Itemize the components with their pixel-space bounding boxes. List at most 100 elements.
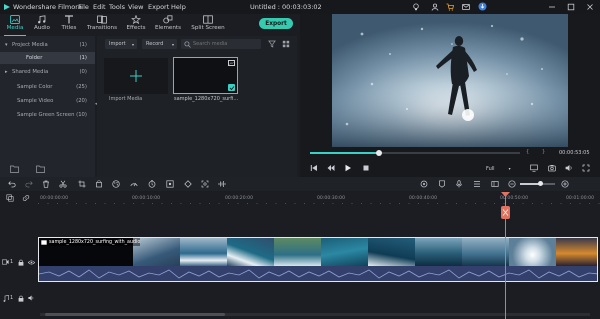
ruler-label: 00:00:20:00 <box>225 196 254 201</box>
link-icon[interactable] <box>22 194 30 202</box>
menu-export[interactable]: Export <box>148 3 169 11</box>
close-icon[interactable] <box>586 3 594 11</box>
menu-tools[interactable]: Tools <box>109 3 125 11</box>
keyframe-icon[interactable] <box>184 180 192 188</box>
menu-edit[interactable]: Edit <box>93 3 106 11</box>
filter-icon[interactable] <box>268 40 276 48</box>
ruler-label: 00:00:00:00 <box>40 196 69 201</box>
import-dropdown[interactable]: Import ▾ <box>105 39 137 49</box>
skip-back-icon[interactable] <box>310 164 318 172</box>
timeline-playhead-handle[interactable] <box>501 206 510 219</box>
timeline-scrollbar[interactable] <box>40 313 590 316</box>
lock-icon[interactable] <box>17 259 24 266</box>
preview-progress-fill <box>310 152 380 154</box>
tab-audio[interactable]: Audio <box>32 14 52 36</box>
mail-icon[interactable] <box>462 3 470 11</box>
maximize-icon[interactable] <box>567 3 575 11</box>
undo-icon[interactable] <box>8 180 16 188</box>
speed-icon[interactable] <box>130 180 138 188</box>
timeline-scrollbar-thumb[interactable] <box>45 313 225 316</box>
microphone-icon[interactable] <box>455 180 463 188</box>
library-item-sample-color[interactable]: Sample Color (25) <box>0 81 95 93</box>
library-item-label: Sample Green Screen <box>17 112 75 118</box>
marker-icon[interactable] <box>438 180 446 188</box>
search-input[interactable] <box>193 39 261 49</box>
media-clip-thumbnail[interactable] <box>173 57 238 94</box>
snapshot-icon[interactable] <box>548 164 556 172</box>
video-clip-label: sample_1280x720_surfing_with_audio <box>49 239 141 245</box>
media-icon <box>10 14 20 24</box>
quality-dropdown[interactable]: Full ▾ <box>486 164 516 173</box>
zoom-slider-handle[interactable] <box>538 181 543 186</box>
video-track-header: 1 <box>2 257 36 267</box>
download-icon[interactable] <box>478 2 487 11</box>
library-item-sample-video[interactable]: Sample Video (20) <box>0 95 95 107</box>
color-palette-icon[interactable] <box>112 180 120 188</box>
import-media-label: Import Media <box>109 96 143 102</box>
play-icon[interactable] <box>344 164 352 172</box>
speaker-icon[interactable] <box>28 295 35 302</box>
rotate-icon[interactable] <box>95 180 103 188</box>
duration-icon[interactable] <box>148 180 156 188</box>
zoom-in-icon[interactable] <box>561 180 569 188</box>
account-icon[interactable] <box>431 3 439 11</box>
media-clip-label: sample_1280x720_surfi... <box>174 96 239 102</box>
export-button[interactable]: Export <box>259 18 293 29</box>
cut-icon[interactable] <box>59 180 67 188</box>
grid-view-icon[interactable] <box>282 40 290 48</box>
menu-help[interactable]: Help <box>171 3 186 11</box>
add-track-icon[interactable] <box>6 194 14 202</box>
crop-icon[interactable] <box>78 180 86 188</box>
redo-icon[interactable] <box>25 180 33 188</box>
tab-elements[interactable]: Elements <box>154 14 182 36</box>
tab-effects[interactable]: Effects <box>124 14 148 36</box>
preview-progress-handle[interactable] <box>376 150 383 156</box>
volume-icon[interactable] <box>565 164 573 172</box>
zoom-slider-fill <box>520 183 540 185</box>
step-back-icon[interactable] <box>327 164 335 172</box>
eye-icon[interactable] <box>28 259 36 266</box>
folder-icon[interactable] <box>36 164 45 173</box>
library-item-project-media[interactable]: ▾ Project Media (1) <box>0 39 95 51</box>
zoom-out-icon[interactable] <box>508 180 516 188</box>
timeline-toolbar <box>0 177 600 191</box>
lightbulb-icon[interactable] <box>412 3 420 11</box>
import-media-tile[interactable] <box>104 58 168 94</box>
minimize-icon[interactable] <box>548 3 556 11</box>
fullscreen-icon[interactable] <box>582 164 590 172</box>
render-icon[interactable] <box>420 180 428 188</box>
mark-in-label[interactable]: { <box>526 149 529 155</box>
tab-media[interactable]: Media <box>4 14 26 36</box>
video-clip[interactable]: sample_1280x720_surfing_with_audio <box>38 237 598 282</box>
preview-timecode: 00:00:53:05 <box>559 150 590 156</box>
lock-icon[interactable] <box>17 295 24 302</box>
search-box[interactable] <box>181 39 261 49</box>
library-item-sample-green-screen[interactable]: Sample Green Screen (10) <box>0 109 95 121</box>
preview-progress-track[interactable] <box>310 150 520 156</box>
snap-icon[interactable] <box>491 180 499 188</box>
cart-icon[interactable] <box>446 3 454 11</box>
menu-file[interactable]: File <box>78 3 89 11</box>
stop-icon[interactable] <box>362 164 370 172</box>
delete-icon[interactable] <box>42 180 50 188</box>
timeline-ruler[interactable]: 00:00:00:00 00:00:10:00 00:00:20:00 00:0… <box>0 191 600 205</box>
tab-label: Elements <box>154 25 182 31</box>
tab-transitions[interactable]: Transitions <box>86 14 118 36</box>
menu-view[interactable]: View <box>128 3 143 11</box>
library-item-count: (25) <box>76 84 87 90</box>
new-folder-icon[interactable] <box>10 164 19 173</box>
record-dropdown[interactable]: Record ▾ <box>142 39 177 49</box>
fit-icon[interactable] <box>166 180 174 188</box>
mark-out-label[interactable]: } <box>542 149 545 155</box>
voiceover-list-icon[interactable] <box>473 180 481 188</box>
filmora-logo-icon <box>3 3 11 11</box>
monitor-icon[interactable] <box>530 164 538 172</box>
audio-wave-icon[interactable] <box>218 180 226 188</box>
green-screen-icon[interactable] <box>201 180 209 188</box>
zoom-slider[interactable] <box>520 181 555 186</box>
tab-split-screen[interactable]: Split Screen <box>190 14 226 36</box>
tab-titles[interactable]: Titles <box>58 14 80 36</box>
library-item-folder[interactable]: Folder (1) <box>0 52 95 64</box>
tab-label: Split Screen <box>191 25 225 31</box>
library-item-shared-media[interactable]: ▸ Shared Media (0) <box>0 66 95 78</box>
